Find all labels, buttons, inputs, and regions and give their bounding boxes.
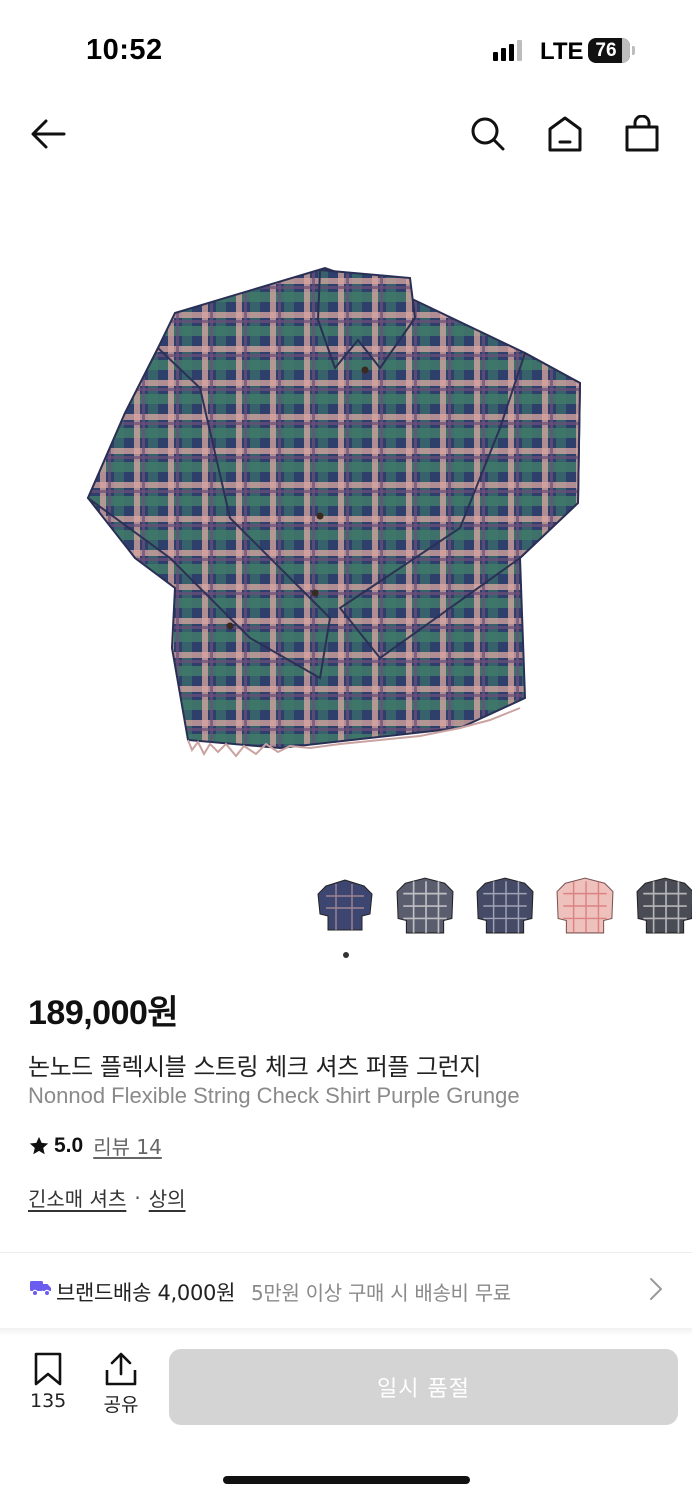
product-price: 189,000원 [28,994,179,1032]
thumbnail-strip [314,872,692,944]
share-label: 공유 [103,1394,139,1416]
network-type: LTE [540,38,584,65]
battery-level: 76 [595,40,617,61]
status-time: 10:52 [86,34,163,66]
back-arrow-icon [31,119,66,149]
bookmark-count: 135 [30,1390,67,1412]
shipping-label: 브랜드배송 4,000원 [56,1281,236,1305]
signal-strength-icon [493,40,522,61]
shipping-info-row[interactable]: 브랜드배송 4,000원 5만원 이상 구매 시 배송비 무료 [0,1255,692,1325]
plaid-shirt-icon [396,877,454,934]
plaid-shirt-icon [556,877,614,934]
category-separator: · [134,1185,141,1210]
plaid-shirt-icon [476,877,534,934]
top-navigation [0,108,692,158]
search-icon [471,117,505,151]
share-button[interactable]: 공유 [103,1352,139,1417]
back-button[interactable] [26,112,70,156]
bottom-action-bar: 135 공유 일시 품절 [0,1336,692,1446]
home-button[interactable] [543,112,587,156]
thumbnail-5[interactable] [634,872,692,938]
thumbnail-3[interactable] [474,872,536,938]
shopping-bag-icon [625,115,659,152]
rating-score: 5.0 [54,1133,84,1157]
category-link-secondary[interactable]: 상의 [149,1183,186,1212]
cart-button[interactable] [620,112,664,156]
product-name-english: Nonnod Flexible String Check Shirt Purpl… [28,1083,520,1108]
chevron-right-icon [650,1278,662,1300]
section-divider [0,1252,692,1253]
category-link-primary[interactable]: 긴소매 셔츠 [28,1183,126,1212]
search-button[interactable] [466,112,510,156]
bookmark-icon [34,1352,62,1386]
home-icon [548,116,582,152]
battery-cap [632,46,635,55]
product-name-korean: 논노드 플렉시블 스트링 체크 셔츠 퍼플 그런지 [28,1053,481,1081]
home-indicator[interactable] [223,1476,470,1484]
bottom-bar-shadow [0,1328,692,1336]
share-icon [105,1352,137,1386]
delivery-truck-icon [30,1281,51,1297]
plaid-shirt-icon [317,879,373,931]
status-bar: 10:52 LTE 76 [0,0,692,100]
thumbnail-4[interactable] [554,872,616,938]
product-image[interactable] [80,258,590,768]
carousel-indicator [343,952,349,958]
plaid-shirt-image [86,266,582,758]
thumbnail-1[interactable] [314,872,376,938]
category-breadcrumb: 긴소매 셔츠 · 상의 [28,1183,186,1212]
battery-icon: 76 [588,38,630,63]
star-icon [29,1136,49,1154]
plaid-shirt-icon [636,877,692,934]
rating-row: 5.0 리뷰 14 [28,1131,162,1160]
review-link[interactable]: 리뷰 14 [93,1131,162,1160]
bookmark-button[interactable]: 135 [30,1352,66,1412]
thumbnail-2[interactable] [394,872,456,938]
sold-out-button[interactable]: 일시 품절 [169,1349,678,1425]
shipping-note: 5만원 이상 구매 시 배송비 무료 [251,1281,511,1305]
